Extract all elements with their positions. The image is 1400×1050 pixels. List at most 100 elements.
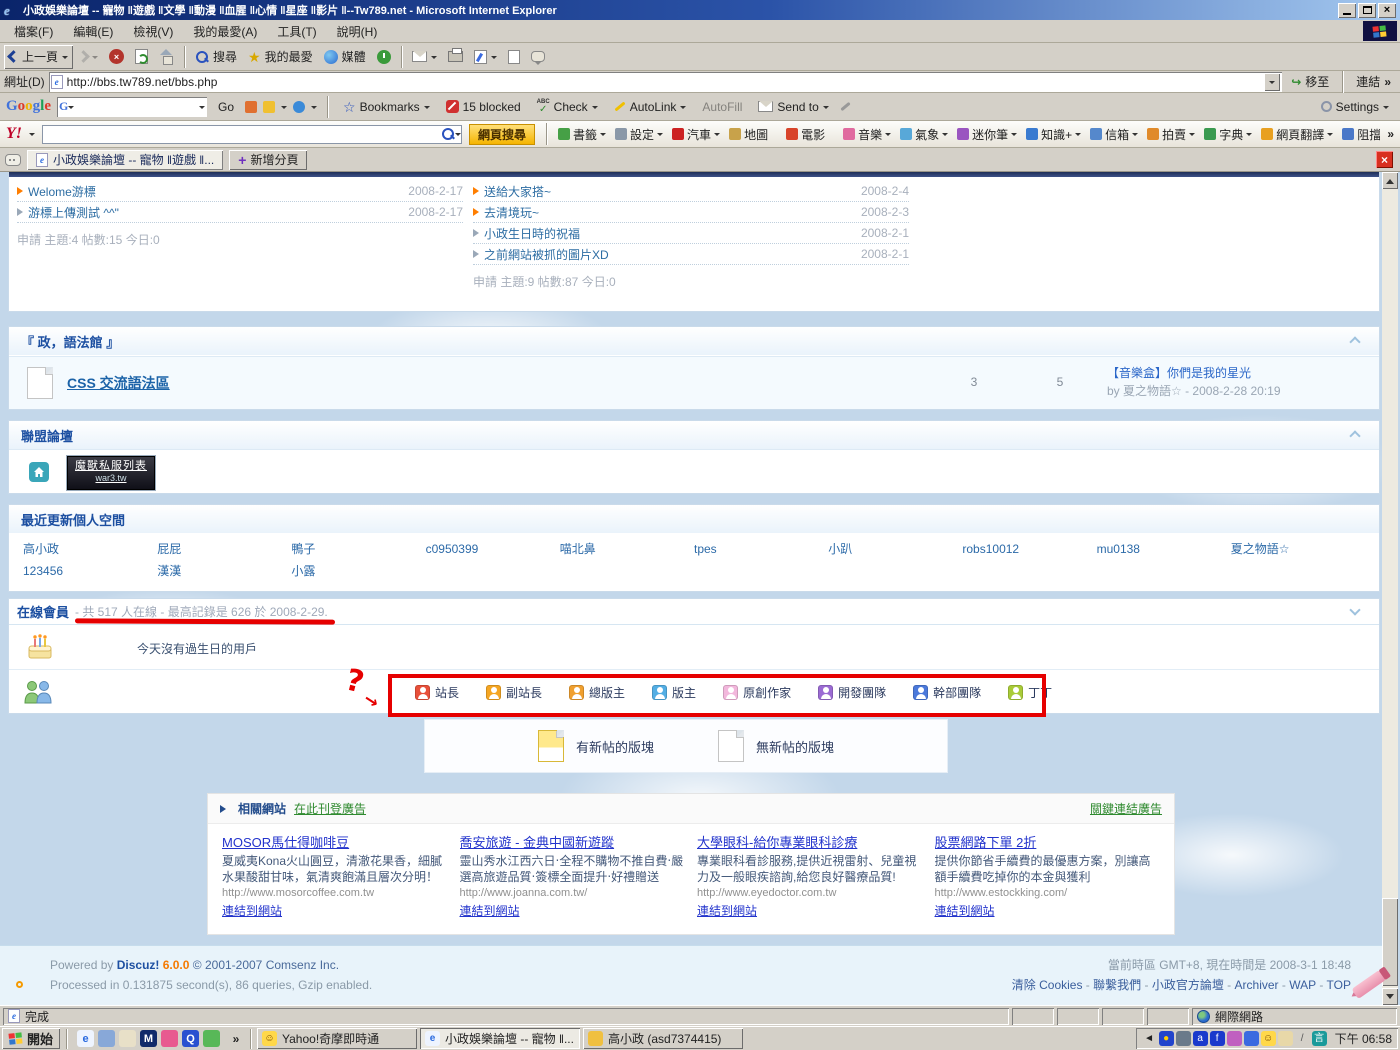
footer-link[interactable]: 清除 Cookies [1012, 978, 1083, 992]
address-dropdown-button[interactable] [1264, 73, 1280, 91]
space-user-link[interactable]: 喵北鼻 [560, 539, 694, 559]
yahoo-toolbar-button[interactable]: 汽車 [672, 126, 720, 143]
footer-link[interactable]: WAP [1279, 978, 1317, 992]
google-search-input[interactable]: G [57, 97, 207, 117]
yahoo-search-input[interactable] [42, 125, 462, 144]
media-button[interactable]: 媒體 [319, 45, 371, 69]
history-button[interactable] [372, 45, 396, 69]
menu-item[interactable]: 說明(H) [327, 20, 388, 43]
forward-button[interactable] [74, 45, 103, 69]
ad-visit-link[interactable]: 連結到網站 [222, 902, 282, 919]
footer-link-label[interactable]: 聯繫我們 [1093, 978, 1141, 992]
search-button[interactable]: 搜尋 [190, 45, 242, 69]
quick-launch-icon[interactable] [203, 1030, 220, 1047]
quick-launch-icon[interactable] [98, 1030, 115, 1047]
ad-title-link[interactable]: 大學眼科-給你專業眼科診療 [697, 832, 923, 851]
footer-link-label[interactable]: WAP [1289, 978, 1316, 992]
tray-icon[interactable]: / [1295, 1031, 1310, 1046]
task-button[interactable]: e 小政娛樂論壇 -- 寵物 ‖... [420, 1028, 580, 1049]
yahoo-toolbar-button[interactable]: 電影 [786, 126, 834, 143]
space-user-link[interactable]: 屁屁 [157, 539, 291, 559]
yahoo-websearch-button[interactable]: 網頁搜尋 [469, 124, 535, 145]
home-button[interactable] [154, 45, 179, 69]
ad-title-link[interactable]: 股票網路下單 2折 [935, 832, 1161, 851]
new-tab-button[interactable]: + 新增分頁 [229, 150, 307, 170]
yahoo-toolbar-button[interactable]: 信箱 [1090, 126, 1138, 143]
yahoo-logo[interactable]: Y! [6, 125, 22, 143]
space-user-link[interactable]: 小趴 [828, 539, 962, 559]
google-autolink-button[interactable]: AutoLink [609, 95, 692, 119]
page-scrollbar[interactable] [1382, 172, 1398, 1005]
tray-icon[interactable]: a [1193, 1031, 1208, 1046]
footer-link[interactable]: 聯繫我們 [1082, 978, 1141, 992]
maximize-button[interactable] [1358, 3, 1376, 18]
refresh-button[interactable] [130, 45, 153, 69]
tray-icon[interactable] [1176, 1031, 1191, 1046]
yahoo-toolbar-button[interactable]: 書籤 [558, 126, 606, 143]
yahoo-toolbar-button[interactable]: 字典 [1204, 126, 1252, 143]
footer-link-label[interactable]: 清除 Cookies [1012, 978, 1083, 992]
taskbar-clock[interactable]: 下午 06:58 [1335, 1030, 1392, 1047]
google-check-button[interactable]: ABC✓ Check [532, 95, 603, 119]
yahoo-toolbar-button[interactable]: 設定 [615, 126, 663, 143]
google-quote-icon[interactable] [293, 101, 305, 113]
tray-icon[interactable]: ● [1159, 1031, 1174, 1046]
thread-title-link[interactable]: 去清境玩~ [484, 204, 838, 221]
google-settings-button[interactable]: Settings [1316, 95, 1394, 119]
yahoo-toolbar-button[interactable]: 地圖 [729, 126, 777, 143]
title-bar[interactable]: e 小政娛樂論壇 -- 寵物 ‖遊戲 ‖文學 ‖動漫 ‖血腥 ‖心情 ‖星座 ‖… [0, 0, 1400, 20]
tray-icon[interactable] [1244, 1031, 1259, 1046]
thread-title-link[interactable]: 游標上傳測試 ^^" [28, 204, 392, 221]
space-user-link[interactable]: 夏之物語☆ [1231, 539, 1365, 559]
tray-icon[interactable]: 言 [1312, 1031, 1327, 1046]
discuz-link[interactable]: Discuz! [117, 958, 160, 972]
footer-link[interactable]: 小政官方論壇 [1141, 978, 1224, 992]
menu-item[interactable]: 工具(T) [267, 20, 326, 43]
thread-title-link[interactable]: 之前網站被抓的圖片XD [484, 246, 838, 263]
start-button[interactable]: 開始 [2, 1028, 60, 1049]
thread-title-link[interactable]: 小政生日時的祝福 [484, 225, 838, 242]
edit-button[interactable] [469, 45, 502, 69]
google-sendto-button[interactable]: Send to [753, 95, 833, 119]
task-button[interactable]: 高小政 (asd7374415) [583, 1028, 743, 1049]
tray-icon[interactable]: ◄ [1142, 1031, 1157, 1046]
space-user-link[interactable]: 小露 [291, 561, 425, 581]
footer-link[interactable]: Archiver [1224, 978, 1279, 992]
scroll-up-button[interactable] [1382, 172, 1398, 189]
messenger-button[interactable] [526, 45, 550, 69]
yahoo-toolbar-button[interactable]: 氣象 [900, 126, 948, 143]
space-user-link[interactable]: 高小政 [23, 539, 157, 559]
ad-visit-link[interactable]: 連結到網站 [697, 902, 757, 919]
menu-item[interactable]: 編輯(E) [63, 20, 123, 43]
quick-launch-icon[interactable]: e [77, 1030, 94, 1047]
tray-icon[interactable] [1278, 1031, 1293, 1046]
collapse-icon[interactable] [1349, 430, 1360, 441]
tabbar-close-button[interactable]: × [1376, 151, 1393, 168]
menu-item[interactable]: 我的最愛(A) [183, 20, 267, 43]
lastpost-title-link[interactable]: 【音樂盒】你們是我的星光 [1107, 366, 1251, 380]
yahoo-toolbar-button[interactable]: 迷你筆 [957, 126, 1017, 143]
mail-button[interactable] [407, 45, 442, 69]
space-user-link[interactable]: 鴨子 [291, 539, 425, 559]
grammar-section-header[interactable]: 『 政，語法館 』 [9, 327, 1379, 355]
quick-launch-icon[interactable] [119, 1030, 136, 1047]
footer-link-label[interactable]: Archiver [1235, 978, 1279, 992]
forum-name-link[interactable]: CSS 交流語法區 [67, 373, 170, 393]
google-popup-blocker-button[interactable]: 15 blocked [441, 95, 526, 119]
expand-icon[interactable] [1349, 604, 1360, 615]
post-ad-link[interactable]: 在此刊登廣告 [294, 800, 366, 817]
ad-visit-link[interactable]: 連結到網站 [935, 902, 995, 919]
highlighter-icon[interactable] [840, 102, 850, 111]
links-button[interactable]: 連結 » [1351, 70, 1396, 94]
discuss-button[interactable] [503, 45, 525, 69]
yahoo-toolbar-button[interactable]: 知識+ [1026, 126, 1081, 143]
address-input[interactable]: e http://bbs.tw789.net/bbs.php [49, 72, 1283, 92]
space-user-link[interactable]: robs10012 [962, 539, 1096, 559]
menu-item[interactable]: 檢視(V) [123, 20, 183, 43]
google-news-icon[interactable] [245, 101, 257, 113]
collapse-icon[interactable] [1349, 336, 1360, 347]
space-user-link[interactable]: 漢漢 [157, 561, 291, 581]
yahoo-toolbar-button[interactable]: 音樂 [843, 126, 891, 143]
google-go-button[interactable]: Go [213, 95, 239, 119]
alliance-banner-link[interactable]: 魔獸私服列表 war3.tw [67, 456, 155, 490]
